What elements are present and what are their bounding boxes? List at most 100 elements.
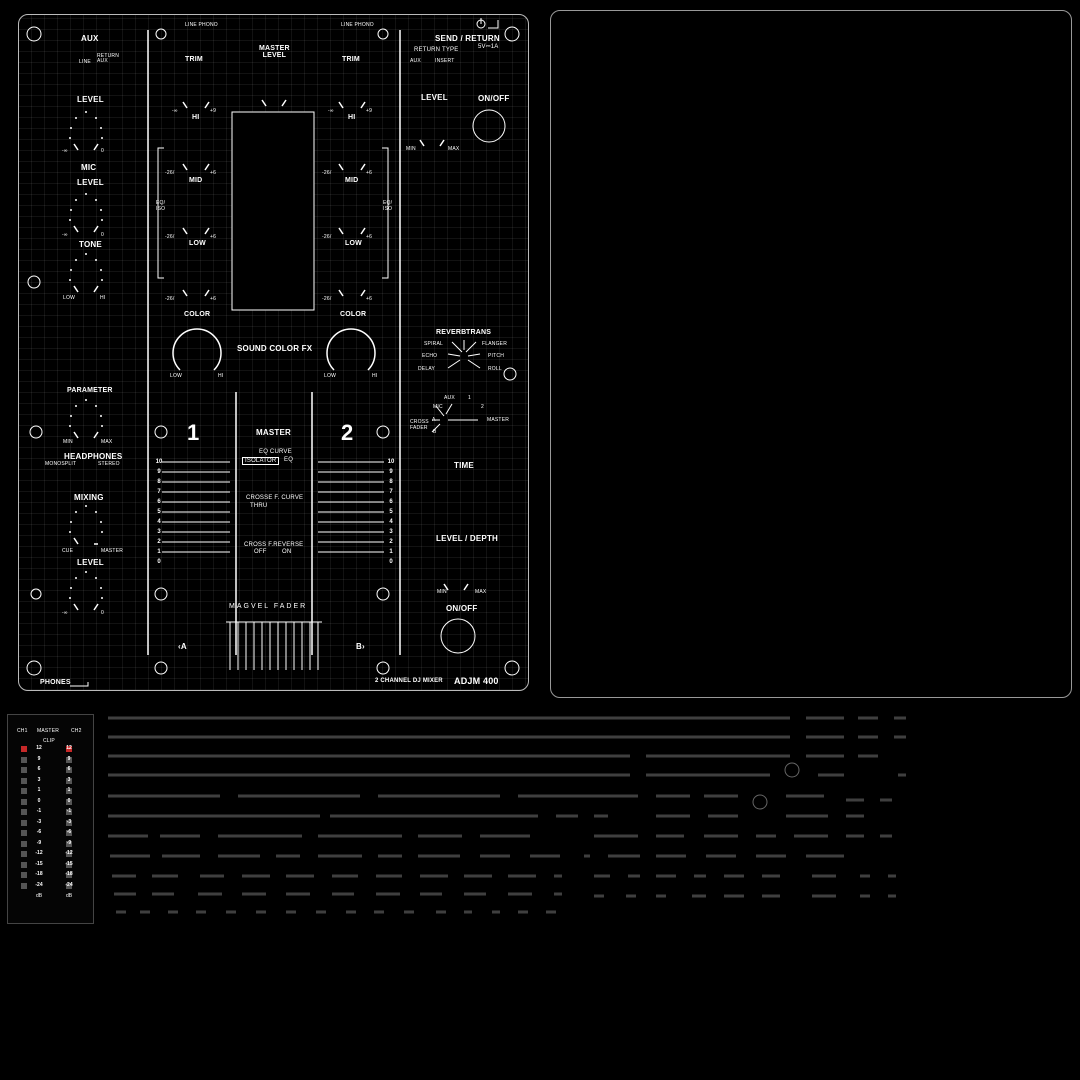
uv-strip-atlas bbox=[108, 716, 906, 914]
meter-scale-label: -24 bbox=[35, 881, 43, 888]
level-depth-label: LEVEL / DEPTH bbox=[436, 534, 499, 543]
parameter-max: MAX bbox=[101, 439, 113, 445]
send-level-min: MIN bbox=[406, 146, 416, 152]
sel-1-label: 1 bbox=[468, 395, 471, 401]
mixing-master: MASTER bbox=[101, 548, 124, 554]
ch2-number: 2 bbox=[341, 420, 354, 445]
fader-scale-tick: 10 bbox=[155, 459, 163, 465]
send-level-label: LEVEL bbox=[421, 93, 448, 102]
send-return-label: SEND / RETURN bbox=[435, 34, 500, 43]
parameter-label: PARAMETER bbox=[67, 387, 113, 394]
meter-db-label: dB bbox=[35, 893, 43, 899]
meter-led bbox=[21, 861, 27, 868]
isolator-label: ISOLATOR bbox=[242, 457, 280, 465]
meter-led bbox=[21, 809, 27, 815]
thru-label: THRU bbox=[250, 503, 268, 509]
mixing-cue: CUE bbox=[62, 548, 74, 554]
mic-level-label: LEVEL bbox=[77, 178, 104, 187]
fader-scale-tick: 0 bbox=[389, 559, 393, 565]
hp-level-min: -∞ bbox=[62, 610, 68, 616]
ch2-eq-iso-label: EQ/ISO bbox=[383, 200, 393, 212]
depth-min: MIN bbox=[437, 589, 447, 595]
meter-led bbox=[21, 882, 27, 889]
ch1-number: 1 bbox=[187, 420, 200, 445]
fader-scale-tick: 8 bbox=[157, 479, 161, 485]
aux-level-max: 0 bbox=[101, 148, 104, 154]
reverse-on-label: ON bbox=[282, 549, 292, 555]
tone-label: TONE bbox=[79, 240, 102, 249]
sound-color-fx-label: SOUND COLOR FX bbox=[237, 344, 313, 353]
meter-scale-label: -18 bbox=[65, 871, 73, 877]
time-label: TIME bbox=[454, 461, 474, 470]
sel-aux-label: AUX bbox=[444, 395, 455, 401]
ch1-low-max: +6 bbox=[210, 296, 217, 302]
meter-scale-label: -9 bbox=[36, 839, 42, 846]
fader-scale-tick: 10 bbox=[387, 459, 395, 465]
depth-max: MAX bbox=[475, 589, 487, 595]
aux-label: AUX bbox=[81, 34, 99, 43]
fader-scale-tick: 7 bbox=[157, 489, 161, 495]
ch2-low-min: -26/ bbox=[322, 296, 332, 302]
ch1-color-label: COLOR bbox=[184, 311, 211, 318]
fx-spiral-label: SPIRAL bbox=[424, 341, 443, 347]
phones-label: PHONES bbox=[40, 679, 71, 686]
hp-level-max: 0 bbox=[101, 610, 104, 616]
tone-hi: HI bbox=[100, 295, 106, 301]
meter-led bbox=[21, 851, 27, 857]
send-level-max: MAX bbox=[448, 146, 460, 152]
meter-scale-label: -3 bbox=[66, 818, 72, 825]
meter-scale-label: -9 bbox=[66, 839, 72, 846]
meter-scale-label: 0 bbox=[67, 797, 71, 804]
fader-scale-tick: 1 bbox=[389, 549, 393, 555]
aux-aux-label: AUX bbox=[97, 58, 108, 64]
mic-label: MIC bbox=[81, 163, 97, 172]
ch1-fader-scale: 10 9 8 7 6 5 4 3 2 1 0 bbox=[154, 457, 164, 567]
hp-level-label: LEVEL bbox=[77, 558, 104, 567]
fader-scale-tick: 5 bbox=[389, 509, 393, 515]
ch2-trim-min: -∞ bbox=[328, 108, 334, 114]
meter-scale-label: -1 bbox=[36, 808, 42, 814]
meter-scale-label: 1 bbox=[67, 787, 71, 793]
usb-power-label: 5V⎓1A bbox=[478, 44, 499, 50]
ch1-low-label: LOW bbox=[189, 240, 206, 247]
fx-onoff-button[interactable] bbox=[441, 619, 475, 653]
fx-flanger-label: FLANGER bbox=[482, 341, 508, 347]
ch1-low-min: -26/ bbox=[165, 296, 175, 302]
fader-scale-tick: 4 bbox=[389, 519, 393, 525]
ch2-color-hi: HI bbox=[372, 373, 378, 379]
meter-ch1-label: CH1 bbox=[17, 728, 28, 734]
parameter-min: MIN bbox=[63, 439, 73, 445]
cross-fader-assign-label: CROSS FADER bbox=[410, 419, 429, 431]
blank-texture-panel bbox=[550, 10, 1072, 698]
ch2-trim-max: +9 bbox=[366, 108, 373, 114]
mixing-label: MIXING bbox=[74, 493, 104, 502]
send-onoff-button[interactable] bbox=[474, 110, 506, 142]
fader-scale-tick: 6 bbox=[157, 499, 161, 505]
stereo-label: STEREO bbox=[98, 461, 120, 467]
ch2-hi-min: -26/ bbox=[322, 170, 332, 176]
ch1-trim-max: +9 bbox=[210, 108, 217, 114]
meter-scale-label: -6 bbox=[66, 829, 72, 835]
crossfader-a-label: ‹A bbox=[178, 642, 187, 651]
ch1-trim-min: -∞ bbox=[172, 108, 178, 114]
aux-line-label: LINE bbox=[79, 59, 91, 65]
meter-led bbox=[21, 788, 27, 794]
ch2-mid-label: MID bbox=[345, 177, 359, 184]
ch1-hi-max: +6 bbox=[210, 170, 217, 176]
meter-scale-label: -12 bbox=[35, 850, 43, 856]
sel-master-label: MASTER bbox=[487, 417, 510, 423]
ch2-color-low: LOW bbox=[324, 373, 336, 379]
meter-scale-label: -24 bbox=[65, 881, 73, 888]
meter-scale-label: 0 bbox=[37, 797, 41, 804]
crossf-curve-label: CROSSE F. CURVE bbox=[246, 495, 304, 501]
cross-reverse-label: CROSS F.REVERSE bbox=[244, 542, 304, 548]
fader-scale-tick: 7 bbox=[389, 489, 393, 495]
fx-echo-label: ECHO bbox=[422, 353, 438, 359]
meter-scale-label: 9 bbox=[67, 755, 71, 762]
meter-scale-label: -1 bbox=[66, 808, 72, 814]
fader-scale-tick: 0 bbox=[157, 559, 161, 565]
meter-led bbox=[21, 746, 27, 752]
return-aux-label: AUX bbox=[410, 58, 421, 64]
aux-level-min: -∞ bbox=[62, 148, 68, 154]
ch2-hi-label: HI bbox=[348, 114, 356, 121]
